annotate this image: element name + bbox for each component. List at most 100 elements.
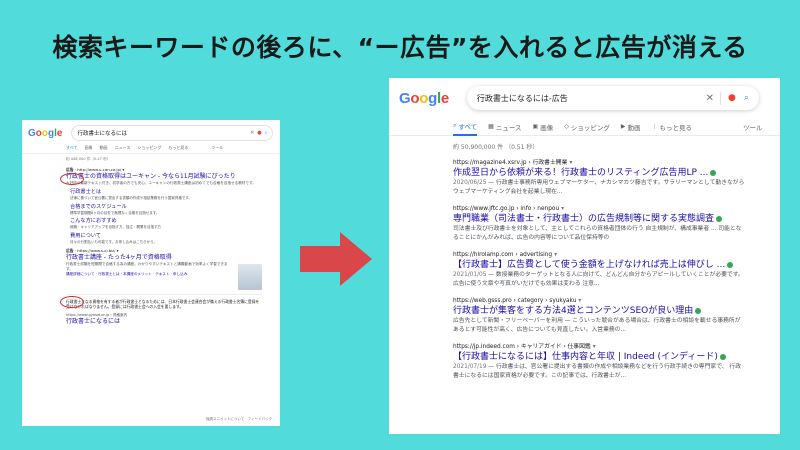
tab-videos[interactable]: 動画 <box>100 145 108 151</box>
search-header: Google 行政書士になるには-広告 ✕ ● ⌕ <box>389 78 780 118</box>
tab-all[interactable]: すべて <box>66 145 78 151</box>
mic-icon[interactable]: ● <box>257 130 261 136</box>
clear-icon[interactable]: ✕ <box>250 130 254 136</box>
result-url[interactable]: https://www.jftc.go.jp › info › nenpou ▾ <box>453 205 769 213</box>
result-title-text: 【行政書士】広告費として使う金額を上げなければ売上は伸びし ... <box>453 260 726 270</box>
clear-icon[interactable]: ✕ <box>706 93 714 104</box>
chevron-down-icon[interactable]: ▾ <box>569 160 572 166</box>
chevron-down-icon[interactable]: ▾ <box>593 344 596 350</box>
result-title[interactable]: 専門職業（司法書士・行政書士）の広告規制等に関する実態調査 <box>453 213 769 225</box>
google-logo[interactable]: Google <box>399 90 449 107</box>
result-description: 司法書士及び行政書士を対象として、主としてこれらの資格者団体の行う 自主規制が、… <box>453 225 745 242</box>
result-date: 2020/06/25 <box>453 180 487 186</box>
ad-links[interactable]: 講座詳細について · 行政書士とは · 本講座のメリット · テキスト · 申し… <box>66 272 262 277</box>
result-title[interactable]: 行政書士が集客をする方法4選とコンテンツSEOが良い理由 <box>453 305 769 317</box>
search-icon[interactable]: ⌕ <box>744 93 749 103</box>
ad-label: 広告 <box>66 248 74 253</box>
result-url-text: https://www.jftc.go.jp › info › nenpou <box>453 206 560 212</box>
ad-label: 広告 <box>66 167 74 172</box>
result-description: 2021/07/19 — 行政書士は、官公署に提出する書類の作成や相談業務などを… <box>453 363 745 380</box>
search-query: 行政書士になるには <box>77 131 127 137</box>
ad-thumbnail[interactable] <box>238 264 262 290</box>
tab-item[interactable]: ▶ 動画 <box>621 118 641 136</box>
ad-title[interactable]: 行政書士講座 - たった4ヶ月で資格取得 <box>66 254 262 262</box>
search-result: https://www.jftc.go.jp › info › nenpou ▾ 専… <box>453 205 769 242</box>
result-description-text: — 行政書士は、官公署に提出する書類の作成や相談業務などを行う行政手続きの専門家… <box>453 364 741 379</box>
tab-item[interactable]: ▦ ニュース <box>488 118 521 136</box>
tab-label: 動画 <box>627 123 641 132</box>
ad-sublink-title[interactable]: 合格までのスケジュール <box>70 204 262 211</box>
result-title[interactable]: 【行政書士になるには】仕事内容と年収 | Indeed (インディード) <box>453 351 769 363</box>
after-screenshot: Google 行政書士になるには-広告 ✕ ● ⌕ ⌕ すべて ▦ ニュース ▣ 画像 ◇ シ… <box>389 78 780 434</box>
tab-icon: ▣ <box>532 123 539 130</box>
ad-sublink-desc: 標準学習期間8ヶ月の目安で無理なく合格を目指せます。 <box>70 210 160 215</box>
snippet-title[interactable]: 行政書士になるには <box>66 318 262 326</box>
tab-label: ニュース <box>495 123 522 132</box>
ad-highlight-circle <box>60 296 84 308</box>
tab-label: ショッピング <box>570 123 610 132</box>
result-url[interactable]: https://magazine4.xsrv.jp › 行政書士開業 ▾ <box>453 159 769 167</box>
result-title-text: 行政書士が集客をする方法4選とコンテンツSEOが良い理由 <box>453 306 694 316</box>
tab-tools[interactable]: ツール <box>211 145 223 151</box>
result-title-text: 作成翌日から依頼が来る！行政書士のリスティング広告用LP ... <box>453 168 709 178</box>
tab-item[interactable]: ▣ 画像 <box>533 118 554 136</box>
chevron-down-icon[interactable]: ▾ <box>561 206 564 212</box>
search-result: https://hirolamp.com › advertising ▾ 【行政書士… <box>453 251 769 288</box>
result-title-text: 専門職業（司法書士・行政書士）の広告規制等に関する実態調査 <box>453 214 715 224</box>
chevron-down-icon[interactable]: ▾ <box>554 252 557 258</box>
search-results: https://magazine4.xsrv.jp › 行政書士開業 ▾ 作成翌日か… <box>389 151 769 380</box>
google-logo[interactable]: Google <box>28 128 62 139</box>
result-url-text: https://magazine4.xsrv.jp › 行政書士開業 <box>453 160 568 166</box>
result-description: 2021/01/05 — 数授業務のターゲットとなる人に向けて、どんどん自分から… <box>453 271 745 288</box>
verified-icon <box>719 353 726 360</box>
result-url-text: https://hirolamp.com › advertising <box>453 252 553 258</box>
ad-title[interactable]: 行政書士の資格取得はユーキャン - 今なら11月試験にぴったり <box>66 173 262 181</box>
ad-description: 行政書士試験を短期間で合格する為の講座。わかりやすいテキストと講義動画で効率よく… <box>66 262 228 271</box>
ad-description: 大好評の最新テキスト付き。初学者の方でも安心。ユーキャンの行政書士講座は初めてで… <box>66 181 256 185</box>
search-input[interactable]: 行政書士になるには-広告 ✕ ● ⌕ <box>467 86 759 110</box>
search-input[interactable]: 行政書士になるには ✕ ● ⌕ <box>72 126 272 140</box>
tab-shopping[interactable]: ショッピング <box>137 145 161 151</box>
tab-item[interactable]: ◇ ショッピング <box>564 118 610 136</box>
result-url[interactable]: https://web.gsss.pro › category › syukya… <box>453 297 769 305</box>
mic-icon[interactable]: ● <box>728 93 736 103</box>
tab-item[interactable]: ⋮ もっと見る <box>651 118 692 136</box>
tab-icon: ▦ <box>488 123 494 130</box>
result-description: 2020/06/25 — 行政書士事務所専用ウェブマーケター、ナカシマカツ藤吉で… <box>453 179 745 196</box>
result-title[interactable]: 【行政書士】広告費として使う金額を上げなければ売上は伸びし ... <box>453 259 769 271</box>
ad-url-text: · https://www.s-cj.biz/ ▾ <box>74 248 119 253</box>
search-result: https://magazine4.xsrv.jp › 行政書士開業 ▾ 作成翌日か… <box>453 159 769 196</box>
result-url[interactable]: https://jp.indeed.com › キャリアガイド › 仕事図鑑 ▾ <box>453 343 769 351</box>
ad-sublink-title[interactable]: こんな方におすすめ <box>70 218 262 225</box>
verified-icon <box>727 261 734 268</box>
result-description-text: 広告先として新聞・フリーペーパーを利用 — こういった競合がある場合は、行政書士… <box>453 318 741 333</box>
result-title-text: 【行政書士になるには】仕事内容と年収 | Indeed (インディード) <box>453 352 718 362</box>
ad-sublink-desc: 法律に基づいて官公署に提出する書類の作成や相談業務を行う国家資格です。 <box>70 196 193 200</box>
result-date: 2021/07/19 <box>453 364 487 370</box>
ad-sublink-desc: 月々の分割払いも可能です。お申し込みはこちらから。 <box>70 239 158 244</box>
verified-icon <box>710 169 717 176</box>
tab-label: すべて <box>458 122 478 131</box>
tab-news[interactable]: ニュース <box>115 145 131 151</box>
result-date: 2021/01/05 <box>453 272 487 278</box>
tab-item[interactable]: ⌕ すべて <box>453 118 478 136</box>
result-url-text: https://web.gsss.pro › category › syukya… <box>453 298 577 304</box>
tab-more[interactable]: もっと見る <box>168 145 188 151</box>
ad-sublink-title[interactable]: 費用について <box>70 233 262 240</box>
tab-label: 画像 <box>540 123 554 132</box>
search-result: https://jp.indeed.com › キャリアガイド › 仕事図鑑 ▾ 【… <box>453 343 769 380</box>
snippet-footer[interactable]: 強調スニペットについて · フィードバック <box>206 417 272 422</box>
result-title[interactable]: 作成翌日から依頼が来る！行政書士のリスティング広告用LP ... <box>453 167 769 179</box>
tab-icon: ◇ <box>564 123 569 130</box>
before-screenshot: Google 行政書士になるには ✕ ● ⌕ すべて 画像 動画 ニュース ショ… <box>22 120 280 426</box>
search-icon[interactable]: ⌕ <box>265 130 268 136</box>
tab-label: もっと見る <box>659 123 692 132</box>
tab-images[interactable]: 画像 <box>85 145 93 151</box>
tab-tools[interactable]: ツール <box>743 118 763 136</box>
tab-icon: ⋮ <box>651 123 658 130</box>
search-tabs: ⌕ すべて ▦ ニュース ▣ 画像 ◇ ショッピング ▶ 動画 ⋮ もっと見る ツール <box>389 118 780 136</box>
result-url[interactable]: https://hirolamp.com › advertising ▾ <box>453 251 769 259</box>
chevron-down-icon[interactable]: ▾ <box>578 298 581 304</box>
ad-sublink-title[interactable]: 行政書士とは <box>70 189 262 196</box>
tab-icon: ⌕ <box>453 121 457 129</box>
